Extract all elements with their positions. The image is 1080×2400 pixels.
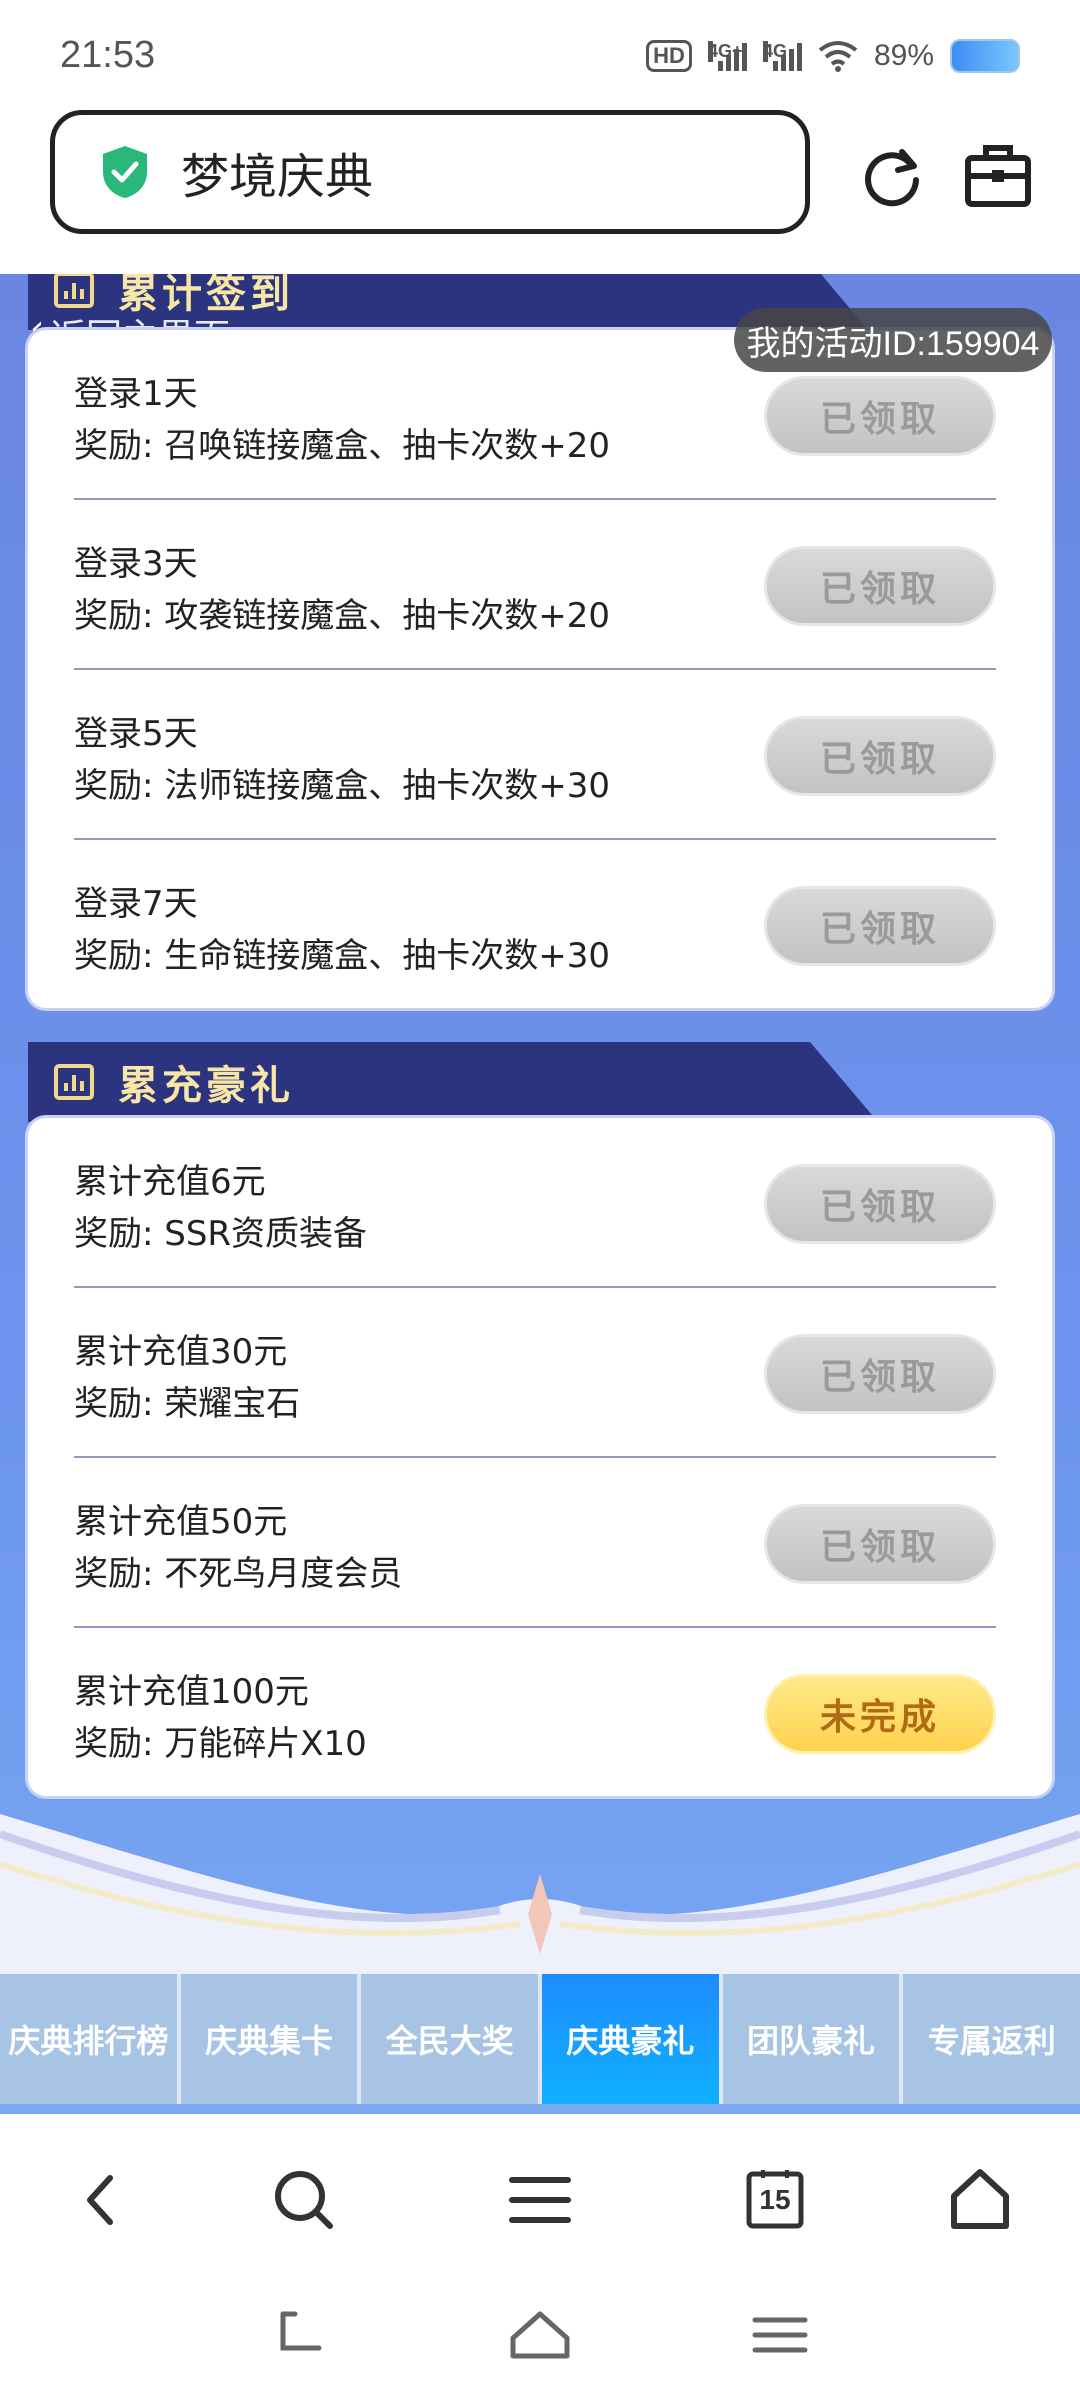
tab-grand-prize[interactable]: 全民大奖 xyxy=(361,1974,539,2104)
incomplete-button[interactable]: 未完成 xyxy=(764,1674,996,1754)
home-button[interactable] xyxy=(940,2160,1020,2240)
tab-exclusive-rebate[interactable]: 专属返利 xyxy=(903,1974,1080,2104)
system-home-icon[interactable] xyxy=(505,2300,575,2370)
activity-content: 累计签到 ‹ 返回主界面 我的活动ID:159904 登录1天 奖励: 召唤链接… xyxy=(0,274,1080,2114)
row-title: 累计充值100元 xyxy=(74,1672,309,1712)
back-icon xyxy=(87,2175,113,2225)
row-title: 登录7天 xyxy=(74,884,198,924)
status-time: 21:53 xyxy=(60,34,156,76)
list-item: 登录7天 奖励: 生命链接魔盒、抽卡次数+30 已领取 xyxy=(74,840,996,1008)
home-icon xyxy=(951,2169,1009,2229)
row-reward: 奖励: 万能碎片X10 xyxy=(74,1724,367,1764)
activity-id-badge: 我的活动ID:159904 xyxy=(734,308,1052,372)
claimed-button[interactable]: 已领取 xyxy=(764,1504,996,1584)
status-indicators: HD 4G+ 4G 89% xyxy=(646,34,1020,78)
status-bar: 21:53 HD 4G+ 4G 89% xyxy=(0,0,1080,110)
menu-icon xyxy=(509,2177,571,2223)
row-reward: 奖励: 攻袭链接魔盒、抽卡次数+20 xyxy=(74,596,611,636)
list-item: 累计充值100元 奖励: 万能碎片X10 未完成 xyxy=(74,1628,996,1796)
battery-icon xyxy=(950,39,1020,73)
list-item: 登录5天 奖励: 法师链接魔盒、抽卡次数+30 已领取 xyxy=(74,670,996,840)
row-title: 登录1天 xyxy=(74,374,198,414)
list-item: 登录3天 奖励: 攻袭链接魔盒、抽卡次数+20 已领取 xyxy=(74,500,996,670)
row-reward: 奖励: 法师链接魔盒、抽卡次数+30 xyxy=(74,766,611,806)
row-reward: 奖励: SSR资质装备 xyxy=(74,1214,368,1254)
page-title: 梦境庆典 xyxy=(181,149,374,205)
row-title: 登录5天 xyxy=(74,714,198,754)
signal-4g-icon: 4G xyxy=(762,41,802,71)
claimed-button[interactable]: 已领取 xyxy=(764,546,996,626)
row-title: 累计充值30元 xyxy=(74,1332,288,1372)
claimed-button[interactable]: 已领取 xyxy=(764,1164,996,1244)
tab-celebration-gifts[interactable]: 庆典豪礼 xyxy=(542,1974,719,2104)
claimed-button[interactable]: 已领取 xyxy=(764,716,996,796)
tab-count: 15 xyxy=(759,2184,791,2215)
recharge-card: 累计充值6元 奖励: SSR资质装备 已领取 累计充值30元 奖励: 荣耀宝石 … xyxy=(28,1118,1052,1796)
tab-card-collection[interactable]: 庆典集卡 xyxy=(180,1974,358,2104)
menu-button[interactable] xyxy=(500,2160,580,2240)
signal-4g-plus-icon: 4G+ xyxy=(707,41,747,71)
system-nav-bar xyxy=(0,2280,1080,2400)
system-back-icon[interactable] xyxy=(265,2300,335,2370)
tab-team-gifts[interactable]: 团队豪礼 xyxy=(722,1974,900,2104)
activity-tabs: 庆典排行榜 庆典集卡 全民大奖 庆典豪礼 团队豪礼 专属返利 xyxy=(0,1974,1080,2104)
battery-percent: 89% xyxy=(873,39,934,72)
claimed-button[interactable]: 已领取 xyxy=(764,1334,996,1414)
signin-card: 登录1天 奖励: 召唤链接魔盒、抽卡次数+20 已领取 登录3天 奖励: 攻袭链… xyxy=(28,330,1052,1008)
wifi-icon xyxy=(818,41,858,72)
chart-icon xyxy=(54,1064,94,1100)
tab-ranking[interactable]: 庆典排行榜 xyxy=(0,1974,177,2104)
search-button[interactable] xyxy=(264,2160,344,2240)
claimed-button[interactable]: 已领取 xyxy=(764,376,996,456)
row-reward: 奖励: 荣耀宝石 xyxy=(74,1384,301,1424)
search-icon xyxy=(275,2171,333,2229)
row-title: 累计充值6元 xyxy=(74,1162,266,1202)
chart-icon xyxy=(54,274,94,308)
shield-check-icon xyxy=(103,146,147,198)
row-title: 累计充值50元 xyxy=(74,1502,288,1542)
recharge-section-header: 累充豪礼 xyxy=(28,1042,878,1122)
tabs-button[interactable]: 15 xyxy=(735,2160,815,2240)
system-menu-icon[interactable] xyxy=(745,2300,815,2370)
claimed-button[interactable]: 已领取 xyxy=(764,886,996,966)
list-item: 累计充值30元 奖励: 荣耀宝石 已领取 xyxy=(74,1288,996,1458)
row-title: 登录3天 xyxy=(74,544,198,584)
address-bar[interactable]: 梦境庆典 xyxy=(50,110,810,234)
list-item: 累计充值6元 奖励: SSR资质装备 已领取 xyxy=(74,1118,996,1288)
browser-bottom-nav: 15 xyxy=(0,2120,1080,2280)
toolbox-icon[interactable] xyxy=(962,140,1034,212)
back-button[interactable] xyxy=(62,2160,142,2240)
reload-icon[interactable] xyxy=(856,140,928,212)
hd-icon: HD xyxy=(646,40,692,72)
list-item: 累计充值50元 奖励: 不死鸟月度会员 已领取 xyxy=(74,1458,996,1628)
section-title: 累充豪礼 xyxy=(118,1063,294,1109)
browser-toolbar: 梦境庆典 xyxy=(0,110,1080,270)
row-reward: 奖励: 召唤链接魔盒、抽卡次数+20 xyxy=(74,426,611,466)
decorative-wave xyxy=(0,1814,1080,1994)
row-reward: 奖励: 生命链接魔盒、抽卡次数+30 xyxy=(74,936,611,976)
row-reward: 奖励: 不死鸟月度会员 xyxy=(74,1554,403,1594)
